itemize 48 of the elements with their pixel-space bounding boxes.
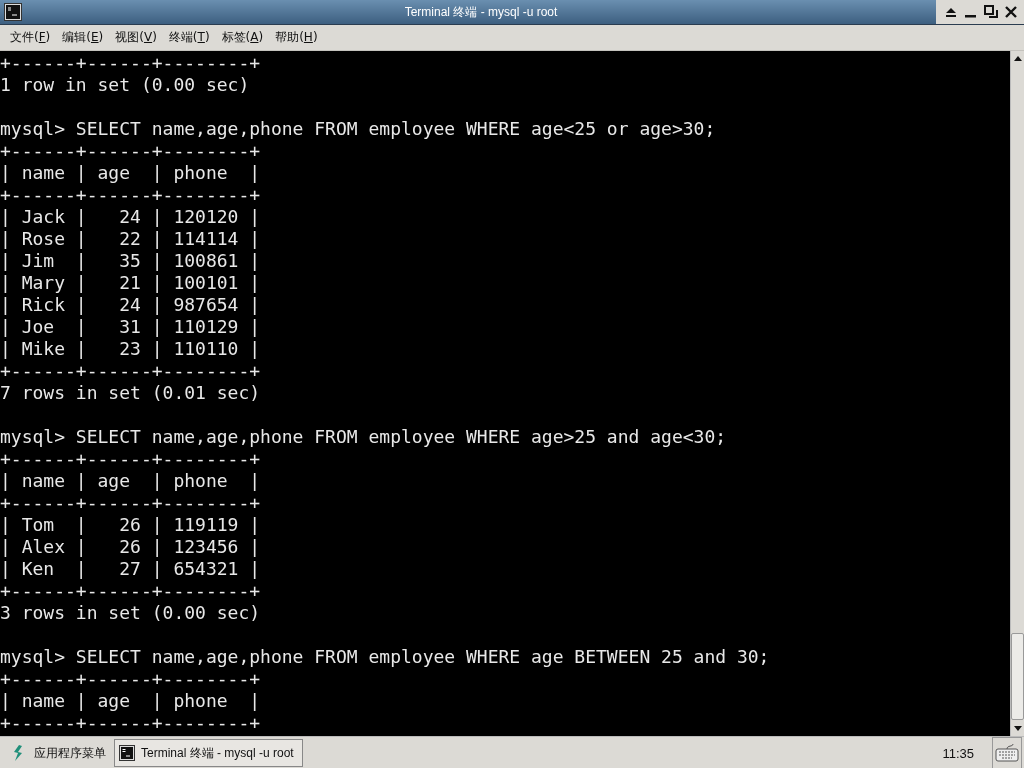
terminal-line: mysql> SELECT name,age,phone FROM employee WHERE age BETWEEN 25 and 30;	[0, 646, 770, 667]
terminal-line: +------+------+--------+	[0, 492, 261, 513]
terminal-line: mysql> SELECT name,age,phone FROM employee WHERE age<25 or age>30;	[0, 118, 716, 139]
terminal-line: | Rick | 24 | 987654 |	[0, 294, 261, 315]
terminal-line: +------+------+--------+	[0, 184, 261, 205]
terminal-line: mysql> SELECT name,age,phone FROM employee WHERE age>25 and age<30;	[0, 426, 727, 447]
menu-item[interactable]: 标签(A)	[215, 29, 270, 46]
app-menu[interactable]: 应用程序菜单	[34, 744, 106, 762]
scroll-up-icon[interactable]	[1012, 54, 1023, 62]
terminal-line: 3 rows in set (0.00 sec)	[0, 602, 261, 623]
terminal-line: +------+------+--------+	[0, 448, 261, 469]
menu-item[interactable]: 终端(T)	[162, 29, 216, 46]
terminal-line: | Mike | 23 | 110110 |	[0, 338, 261, 359]
terminal-line: | Rose | 22 | 114114 |	[0, 228, 261, 249]
window-title: Terminal 终端 - mysql -u root	[404, 3, 558, 21]
taskbar-button[interactable]: Terminal 终端 - mysql -u root	[114, 739, 303, 767]
terminal-line: +------+------+--------+	[0, 668, 261, 689]
menu-item[interactable]: 帮助(H)	[269, 29, 324, 46]
maximize-icon[interactable]	[984, 5, 998, 19]
terminal-line: | Alex | 26 | 123456 |	[0, 536, 261, 557]
shade-icon[interactable]	[944, 5, 958, 19]
keyboard-icon[interactable]	[995, 743, 1019, 763]
terminal-line: 7 rows in set (0.01 sec)	[0, 382, 261, 403]
scrollbar[interactable]	[1010, 51, 1024, 736]
terminal-line: | name | age | phone |	[0, 470, 261, 491]
close-icon[interactable]	[1004, 5, 1018, 19]
terminal-line: | Joe | 31 | 110129 |	[0, 316, 261, 337]
clock: 11:35	[942, 745, 974, 761]
scroll-down-icon[interactable]	[1012, 725, 1023, 733]
terminal-icon[interactable]	[4, 3, 22, 21]
terminal-line: | Ken | 27 | 654321 |	[0, 558, 261, 579]
terminal-line: +------+------+--------+	[0, 580, 261, 601]
menu-item[interactable]: 文件(F)	[4, 29, 57, 46]
menu-item[interactable]: 视图(V)	[109, 29, 163, 46]
terminal-line: 1 row in set (0.00 sec)	[0, 74, 250, 95]
terminal-line: +------+------+--------+	[0, 712, 261, 733]
terminal-line: +------+------+--------+	[0, 360, 261, 381]
terminal-icon	[119, 745, 135, 761]
menu-item[interactable]: 编辑(E)	[56, 29, 110, 46]
terminal-line: | Mary | 21 | 100101 |	[0, 272, 261, 293]
terminal-line: +------+------+--------+	[0, 52, 261, 73]
scroll-thumb[interactable]	[1011, 633, 1024, 720]
terminal-line: | Jim | 35 | 100861 |	[0, 250, 261, 271]
terminal-line: | name | age | phone |	[0, 162, 261, 183]
terminal-line: | Jack | 24 | 120120 |	[0, 206, 261, 227]
terminal-line: | Tom | 26 | 119119 |	[0, 514, 261, 535]
terminal-line: +------+------+--------+	[0, 140, 261, 161]
terminal-line: | name | age | phone |	[0, 690, 261, 711]
